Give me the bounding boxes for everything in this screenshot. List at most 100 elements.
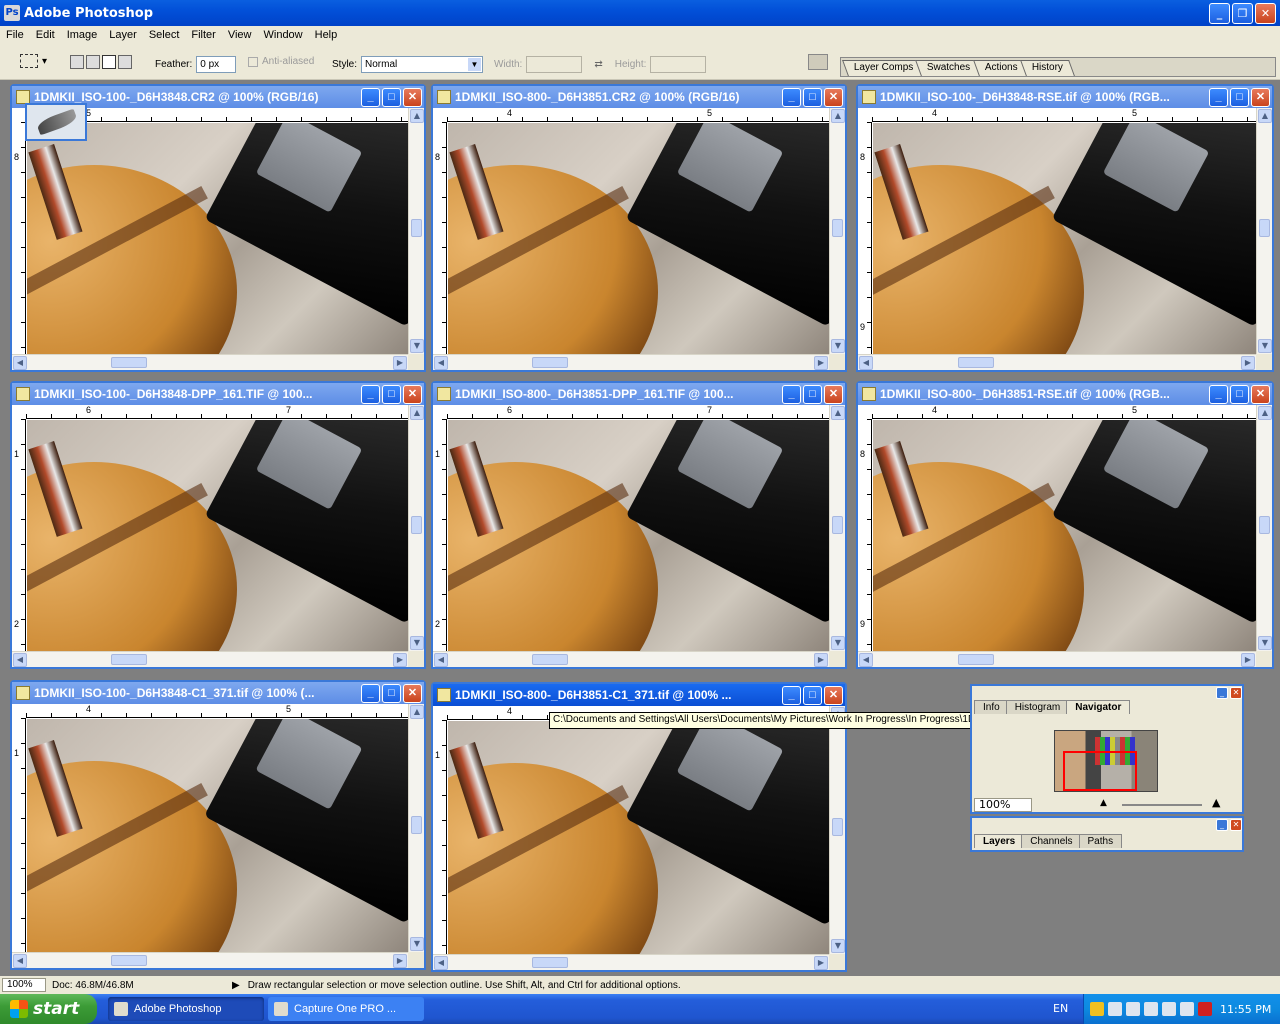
doc-maximize-button[interactable]: □ [803,685,822,705]
scroll-right-icon[interactable]: ▶ [1241,356,1255,370]
scroll-down-icon[interactable]: ▼ [831,636,845,650]
document-canvas[interactable] [448,420,829,651]
resize-grip[interactable] [1256,354,1272,370]
document-canvas[interactable] [448,123,829,354]
vertical-ruler[interactable]: 12 [12,419,26,651]
height-input[interactable] [650,56,707,73]
scroll-thumb[interactable] [832,218,843,237]
document-canvas[interactable] [27,420,408,651]
width-input[interactable] [526,56,583,73]
doc-close-button[interactable]: ✕ [403,683,422,703]
tab-channels[interactable]: Channels [1021,834,1082,848]
app-title-bar[interactable]: Ps Adobe Photoshop _ ❐ ✕ [0,0,1280,26]
vertical-scrollbar[interactable]: ▲▼ [408,704,424,952]
scroll-thumb[interactable] [957,357,994,368]
scroll-thumb[interactable] [411,815,422,834]
document-window[interactable]: 1DMKII_ISO-800-_D6H3851.CR2 @ 100% (RGB/… [431,84,847,372]
document-window[interactable]: 1DMKII_ISO-100-_D6H3848-DPP_161.TIF @ 10… [10,381,426,669]
taskbar-photoshop[interactable]: Adobe Photoshop [108,997,264,1021]
printer-icon[interactable] [1144,1002,1158,1016]
document-title-bar[interactable]: 1DMKII_ISO-100-_D6H3848-DPP_161.TIF @ 10… [12,383,424,405]
style-select[interactable]: Normal ▼ [361,56,484,73]
document-title-bar[interactable]: 1DMKII_ISO-800-_D6H3851-DPP_161.TIF @ 10… [433,383,845,405]
safely-remove-icon[interactable] [1162,1002,1176,1016]
navigator-zoom[interactable]: 100% [974,798,1032,812]
vertical-ruler[interactable]: 12 [433,419,447,651]
doc-maximize-button[interactable]: □ [382,683,401,703]
resize-grip[interactable] [829,354,845,370]
vertical-scrollbar[interactable]: ▲▼ [408,405,424,651]
doc-maximize-button[interactable]: □ [382,384,401,404]
status-arrow-icon[interactable]: ▶ [232,980,240,991]
doc-minimize-button[interactable]: _ [782,87,801,107]
new-selection-icon[interactable] [70,55,84,69]
doc-close-button[interactable]: ✕ [403,384,422,404]
scroll-right-icon[interactable]: ▶ [393,653,407,667]
horizontal-scrollbar[interactable]: ◀ ▶ [858,651,1256,667]
document-canvas[interactable] [873,420,1256,651]
menu-file[interactable]: File [0,29,30,41]
scroll-up-icon[interactable]: ▲ [1258,406,1272,420]
scroll-down-icon[interactable]: ▼ [1258,636,1272,650]
scroll-down-icon[interactable]: ▼ [831,939,845,953]
vertical-scrollbar[interactable]: ▲▼ [1256,405,1272,651]
doc-close-button[interactable]: ✕ [824,685,843,705]
scroll-thumb[interactable] [1259,218,1270,237]
document-canvas[interactable] [27,719,408,952]
vertical-scrollbar[interactable]: ▲▼ [829,108,845,354]
horizontal-ruler[interactable]: 45 [872,108,1256,122]
vertical-ruler[interactable]: 89 [858,419,872,651]
scroll-left-icon[interactable]: ◀ [859,356,873,370]
scroll-thumb[interactable] [1259,515,1270,534]
document-canvas[interactable] [27,123,408,354]
panel-minimize-button[interactable]: _ [1216,687,1228,699]
document-canvas[interactable] [448,721,829,954]
view-box[interactable] [1063,751,1137,791]
volume-icon[interactable] [1180,1002,1194,1016]
taskbar-capture-one[interactable]: Capture One PRO ... [268,997,424,1021]
scroll-left-icon[interactable]: ◀ [13,356,27,370]
mail-icon[interactable] [1198,1002,1212,1016]
zoom-in-icon[interactable]: ▲ [1212,796,1220,809]
resize-grip[interactable] [1256,651,1272,667]
vertical-scrollbar[interactable]: ▲▼ [829,706,845,954]
doc-minimize-button[interactable]: _ [361,87,380,107]
vertical-ruler[interactable]: 1 [12,718,26,952]
vertical-ruler[interactable]: 8 [433,122,447,354]
scroll-down-icon[interactable]: ▼ [410,636,424,650]
scroll-up-icon[interactable]: ▲ [410,109,424,123]
doc-minimize-button[interactable]: _ [782,685,801,705]
layers-close-button[interactable]: ✕ [1230,819,1242,831]
menu-help[interactable]: Help [309,29,344,41]
scroll-left-icon[interactable]: ◀ [13,954,27,968]
vertical-ruler[interactable]: 89 [858,122,872,354]
doc-minimize-button[interactable]: _ [1209,87,1228,107]
scroll-right-icon[interactable]: ▶ [393,356,407,370]
scroll-thumb[interactable] [111,955,147,966]
scroll-thumb[interactable] [411,515,422,534]
doc-close-button[interactable]: ✕ [1251,87,1270,107]
horizontal-scrollbar[interactable]: ◀ ▶ [858,354,1256,370]
resize-grip[interactable] [829,954,845,970]
doc-close-button[interactable]: ✕ [1251,384,1270,404]
zoom-out-icon[interactable]: ▲ [1100,798,1107,808]
tab-swatches[interactable]: Swatches [915,60,983,76]
tool-preset-arrow-icon[interactable]: ▾ [42,56,47,67]
scroll-thumb[interactable] [957,654,994,665]
horizontal-ruler[interactable]: 67 [26,405,408,419]
horizontal-scrollbar[interactable]: ◀ ▶ [12,354,408,370]
restore-button[interactable]: ❐ [1232,3,1253,24]
resize-grip[interactable] [829,651,845,667]
scroll-thumb[interactable] [532,957,568,968]
scroll-thumb[interactable] [532,654,568,665]
doc-maximize-button[interactable]: □ [1230,384,1249,404]
scroll-right-icon[interactable]: ▶ [814,653,828,667]
scroll-left-icon[interactable]: ◀ [434,956,448,970]
document-window[interactable]: 1DMKII_ISO-100-_D6H3848-RSE.tif @ 100% (… [856,84,1274,372]
menu-select[interactable]: Select [143,29,186,41]
document-window[interactable]: 1DMKII_ISO-100-_D6H3848-C1_371.tif @ 100… [10,680,426,970]
scroll-up-icon[interactable]: ▲ [831,109,845,123]
panel-close-button[interactable]: ✕ [1230,687,1242,699]
tab-histogram[interactable]: Histogram [1005,700,1070,714]
tab-paths[interactable]: Paths [1078,834,1123,848]
